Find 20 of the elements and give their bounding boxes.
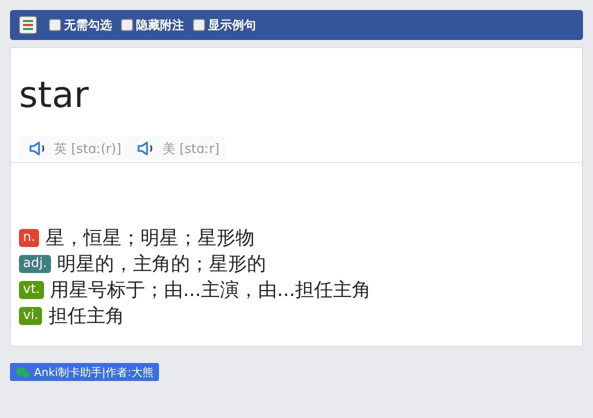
- definition-text: 用星号标于；由...主演，由...担任主角: [50, 278, 372, 303]
- pronunciation-text: 美 [stɑːr]: [162, 140, 220, 158]
- option-label: 无需勾选: [64, 16, 112, 34]
- word-title: star: [19, 74, 90, 118]
- checkbox[interactable]: [121, 19, 133, 31]
- author-button[interactable]: Anki制卡助手|作者:大熊: [10, 363, 160, 381]
- definition-text: 星，恒星；明星；星形物: [45, 226, 254, 251]
- part-of-speech-tag: vi.: [19, 307, 42, 325]
- part-of-speech-tag: vt.: [19, 281, 44, 299]
- pronunciation-text: 英 [stɑː(r)]: [54, 140, 122, 158]
- option-label: 显示例句: [208, 16, 256, 34]
- settings-list-icon[interactable]: [19, 16, 37, 34]
- option-label: 隐藏附注: [136, 16, 184, 34]
- definition-text: 担任主角: [48, 304, 124, 329]
- part-of-speech-tag: n.: [19, 229, 40, 247]
- checkbox[interactable]: [193, 19, 205, 31]
- chat-icon: [16, 366, 30, 378]
- definition-text: 明星的，主角的；星形的: [56, 252, 266, 277]
- part-of-speech-tag: adj.: [19, 255, 51, 273]
- checkbox[interactable]: [49, 19, 61, 31]
